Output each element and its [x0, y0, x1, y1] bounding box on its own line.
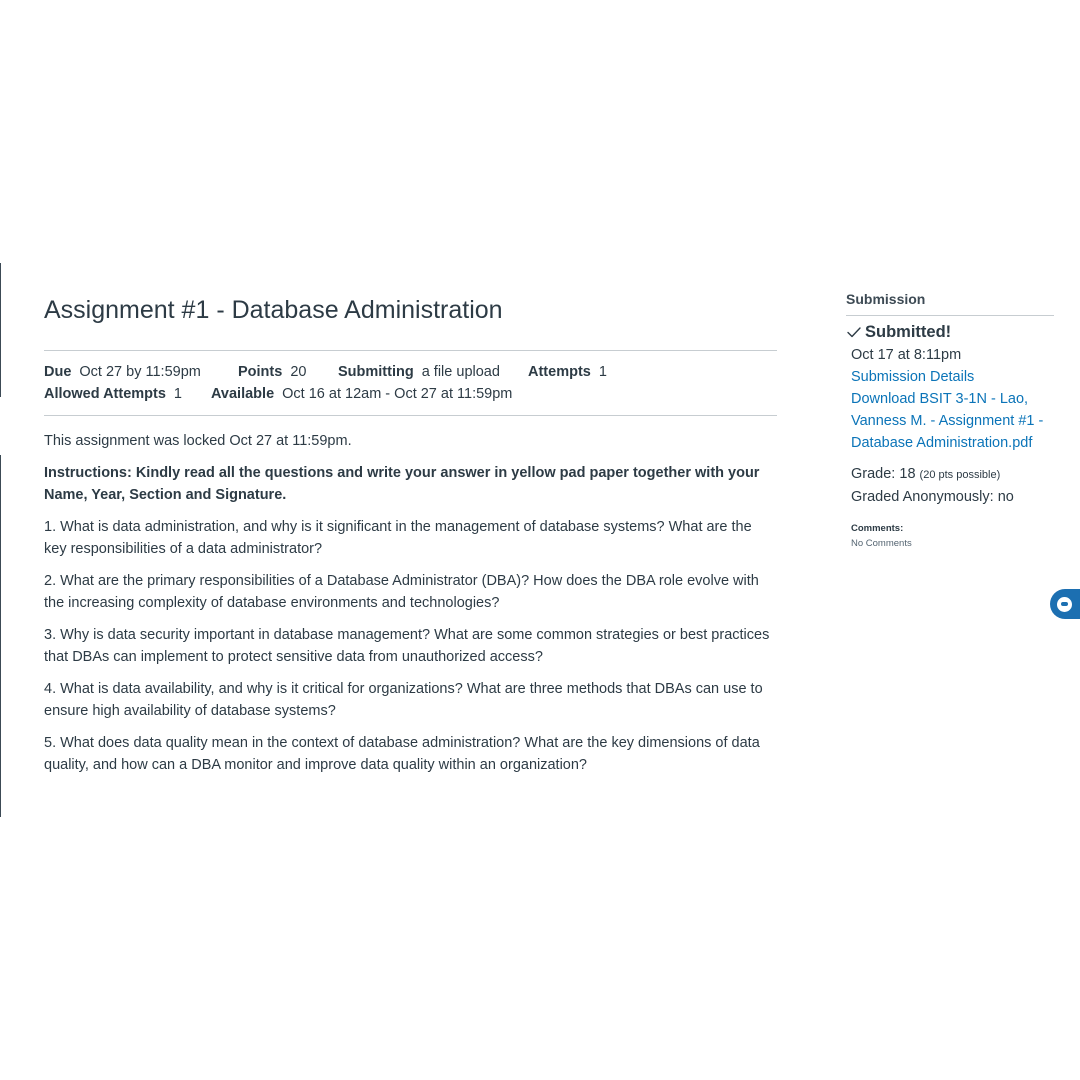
page-title: Assignment #1 - Database Administration: [44, 296, 503, 324]
due-detail: Due Oct 27 by 11:59pm: [44, 361, 238, 383]
points-label: Points: [238, 364, 283, 380]
points-value: 20: [290, 364, 307, 380]
grade-label: Grade:: [851, 466, 896, 482]
allowed-attempts-label: Allowed Attempts: [44, 386, 166, 402]
comments-label: Comments:: [851, 523, 904, 534]
due-value: Oct 27 by 11:59pm: [79, 364, 201, 380]
question-item: 2. What are the primary responsibilities…: [44, 573, 759, 611]
submission-details-link[interactable]: Submission Details: [851, 366, 1054, 388]
submission-status-label: Submitted!: [865, 323, 952, 341]
chat-widget-button[interactable]: [1050, 589, 1080, 619]
attempts-value: 1: [598, 364, 607, 380]
available-value: Oct 16 at 12am - Oct 27 at 11:59pm: [282, 386, 513, 402]
locked-notice: This assignment was locked Oct 27 at 11:…: [44, 433, 352, 449]
submitting-value: a file upload: [421, 364, 500, 380]
allowed-attempts-detail: Allowed Attempts 1: [44, 383, 211, 405]
chat-bubble-icon: [1057, 596, 1072, 612]
points-detail: Points 20: [238, 361, 338, 383]
instructions: Instructions: Kindly read all the questi…: [44, 465, 760, 503]
submitting-detail: Submitting a file upload: [338, 361, 528, 383]
submission-heading: Submission: [846, 290, 1054, 316]
comments-section: Comments: No Comments: [851, 521, 1054, 551]
attempts-label: Attempts: [528, 364, 591, 380]
question-item: 1. What is data administration, and why …: [44, 519, 752, 557]
available-label: Available: [211, 386, 275, 402]
question-item: 3. Why is data security important in dat…: [44, 627, 770, 665]
page: Assignment #1 - Database Administration …: [0, 0, 1080, 1080]
submission-date: Oct 17 at 8:11pm: [851, 347, 962, 363]
assignment-description: This assignment was locked Oct 27 at 11:…: [44, 430, 777, 776]
assignment-details: Due Oct 27 by 11:59pm Points 20 Submitting a …: [44, 351, 777, 415]
assignment-content: Assignment #1 - Database Administration …: [44, 293, 777, 776]
due-label: Due: [44, 364, 72, 380]
left-edge-border: [0, 455, 1, 817]
question-item: 4. What is data availability, and why is…: [44, 681, 763, 719]
submission-sidebar: Submission Submitted! Oct 17 at 8:11pm S…: [846, 290, 1054, 551]
question-item: 5. What does data quality mean in the co…: [44, 735, 760, 773]
attempts-detail: Attempts 1: [528, 361, 607, 383]
grade-possible: (20 pts possible): [919, 469, 1001, 481]
left-edge-border: [0, 263, 1, 397]
available-detail: Available Oct 16 at 12am - Oct 27 at 11:5…: [211, 383, 512, 405]
submitting-label: Submitting: [338, 364, 414, 380]
submission-status: Submitted!: [846, 320, 1054, 344]
grade-info: Grade: 18 (20 pts possible): [851, 463, 1054, 486]
grade-value: 18: [899, 466, 916, 482]
divider: [44, 415, 777, 416]
comments-value: No Comments: [851, 538, 912, 549]
graded-anonymously: Graded Anonymously: no: [851, 489, 1014, 505]
checkmark-icon: [847, 327, 861, 338]
download-submission-link[interactable]: Download BSIT 3-1N - Lao, Vanness M. - A…: [851, 388, 1054, 454]
allowed-attempts-value: 1: [173, 386, 182, 402]
